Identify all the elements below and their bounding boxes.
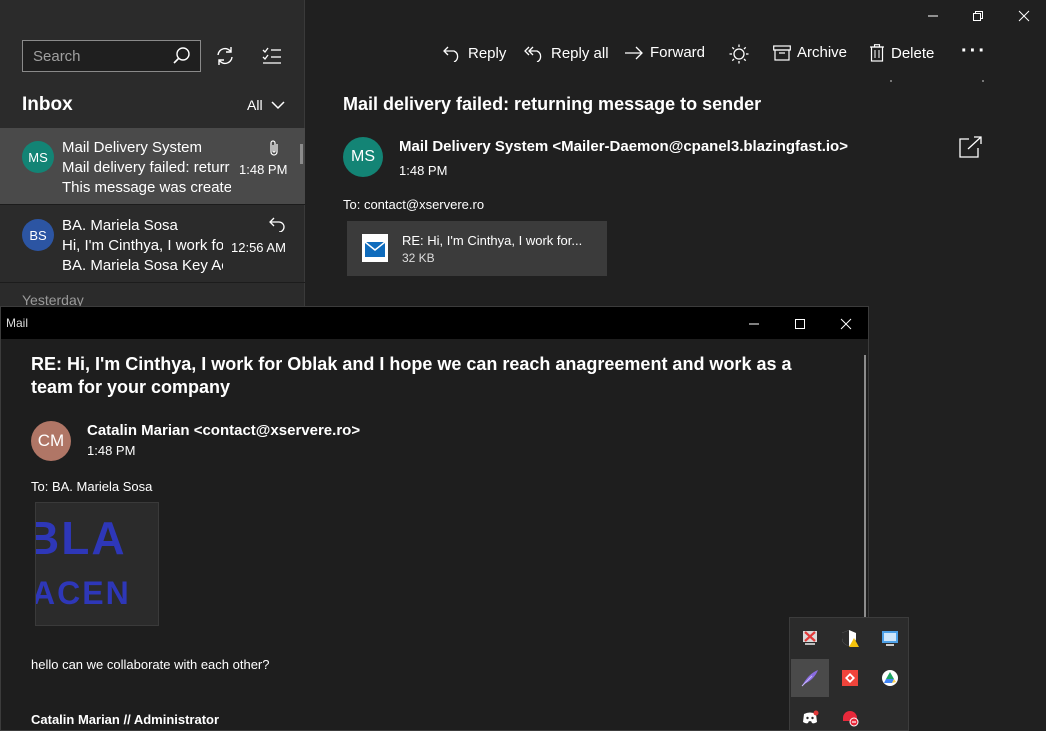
avatar: MS xyxy=(343,137,383,177)
embedded-logo-image: BLA ACEN xyxy=(35,502,159,626)
folder-title: Inbox xyxy=(22,94,73,115)
recipient-line: To: BA. Mariela Sosa xyxy=(31,479,153,494)
tray-overflow-panel xyxy=(789,617,909,731)
google-drive-icon[interactable] xyxy=(871,659,909,697)
message-preview: BA. Mariela Sosa Key Acc xyxy=(62,257,223,274)
archive-icon xyxy=(773,44,791,61)
network-off-icon[interactable] xyxy=(791,619,829,657)
feather-icon[interactable] xyxy=(791,659,829,697)
sun-icon xyxy=(729,44,749,64)
forward-arrow-icon xyxy=(625,46,643,59)
search-box[interactable] xyxy=(22,40,201,72)
paperclip-icon xyxy=(268,139,280,162)
reply-button[interactable]: Reply xyxy=(442,44,506,62)
reply-all-label: Reply all xyxy=(551,44,609,62)
mail-attachment-icon xyxy=(361,233,389,268)
restore-button[interactable] xyxy=(968,6,988,26)
minimize-button[interactable] xyxy=(745,315,763,333)
attachment-card[interactable]: RE: Hi, I'm Cinthya, I work for... 32 KB xyxy=(347,221,607,276)
select-mode-icon[interactable] xyxy=(258,42,286,70)
logo-text-top: BLA xyxy=(35,512,127,564)
remote-desktop-icon[interactable] xyxy=(871,619,909,657)
discord-icon[interactable] xyxy=(791,699,829,731)
message-preview: This message was createc xyxy=(62,179,231,196)
avatar: CM xyxy=(31,421,71,461)
signature: Catalin Marian // Administrator xyxy=(31,712,220,727)
avatar: MS xyxy=(22,141,54,173)
reply-icon xyxy=(443,46,459,62)
delete-button[interactable]: Delete xyxy=(869,44,934,62)
archive-button[interactable]: Archive xyxy=(773,44,847,61)
maximize-button[interactable] xyxy=(791,315,809,333)
sent-time: 1:48 PM xyxy=(399,163,448,178)
message-subject: Mail delivery failed: returning message … xyxy=(343,94,762,114)
message-from: BA. Mariela Sosa xyxy=(62,217,178,234)
message-item[interactable]: BS BA. Mariela Sosa Hi, I'm Cinthya, I w… xyxy=(0,206,305,283)
attachment-size: 32 KB xyxy=(402,251,435,265)
filter-label: All xyxy=(247,97,263,113)
trash-icon xyxy=(870,44,884,62)
list-scrollbar[interactable] xyxy=(300,144,303,164)
attachment-name: RE: Hi, I'm Cinthya, I work for... xyxy=(402,233,583,248)
sender-name[interactable]: Mail Delivery System <Mailer-Daemon@cpan… xyxy=(399,138,848,155)
more-options-icon[interactable]: ··· xyxy=(961,40,987,63)
theme-button[interactable] xyxy=(729,44,749,64)
window-title: Mail xyxy=(6,316,29,330)
recipient-line: To: contact@xservere.ro xyxy=(343,197,485,212)
open-in-window-icon[interactable] xyxy=(959,136,983,163)
reply-icon xyxy=(268,216,286,237)
window-titlebar[interactable]: Mail xyxy=(1,307,868,339)
search-icon[interactable] xyxy=(172,46,192,66)
reply-all-icon xyxy=(524,46,542,62)
forward-button[interactable]: Forward xyxy=(624,44,705,61)
sender-name[interactable]: Catalin Marian <contact@xservere.ro> xyxy=(87,422,360,439)
sent-time: 1:48 PM xyxy=(87,443,136,458)
chevron-down-icon xyxy=(271,101,285,110)
reply-all-button[interactable]: Reply all xyxy=(523,44,609,62)
window-scrollbar[interactable] xyxy=(864,355,866,625)
sync-icon[interactable] xyxy=(211,42,239,70)
close-button[interactable] xyxy=(837,315,855,333)
message-from: Mail Delivery System xyxy=(62,139,203,156)
message-subject: RE: Hi, I'm Cinthya, I work for Oblak an… xyxy=(31,354,792,397)
message-subject: Mail delivery failed: returr xyxy=(62,159,230,176)
anydesk-icon[interactable] xyxy=(831,659,869,697)
forward-label: Forward xyxy=(650,44,706,61)
message-item[interactable]: MS Mail Delivery System Mail delivery fa… xyxy=(0,128,305,205)
minimize-button[interactable] xyxy=(923,6,943,26)
search-input[interactable] xyxy=(23,41,163,71)
avatar: BS xyxy=(22,219,54,251)
message-subject: Hi, I'm Cinthya, I work fo xyxy=(62,237,223,254)
focus-dot xyxy=(982,80,984,82)
message-body: hello can we collaborate with each other… xyxy=(31,657,270,672)
logo-text-bottom: ACEN xyxy=(35,575,131,611)
mail-app: Inbox All MS Mail Delivery System Mail d… xyxy=(0,0,1046,731)
close-button[interactable] xyxy=(1014,6,1034,26)
message-window: Mail RE: Hi, I'm Cinthya, I work for Obl… xyxy=(0,306,869,731)
archive-label: Archive xyxy=(797,44,848,61)
shield-warning-icon[interactable] xyxy=(831,619,869,657)
reply-label: Reply xyxy=(468,44,507,62)
delete-label: Delete xyxy=(891,44,935,62)
focus-dot xyxy=(890,80,892,82)
message-time: 12:56 AM xyxy=(231,240,286,255)
vpn-icon[interactable] xyxy=(831,699,869,731)
message-time: 1:48 PM xyxy=(239,162,288,177)
filter-dropdown[interactable]: All xyxy=(247,97,285,113)
